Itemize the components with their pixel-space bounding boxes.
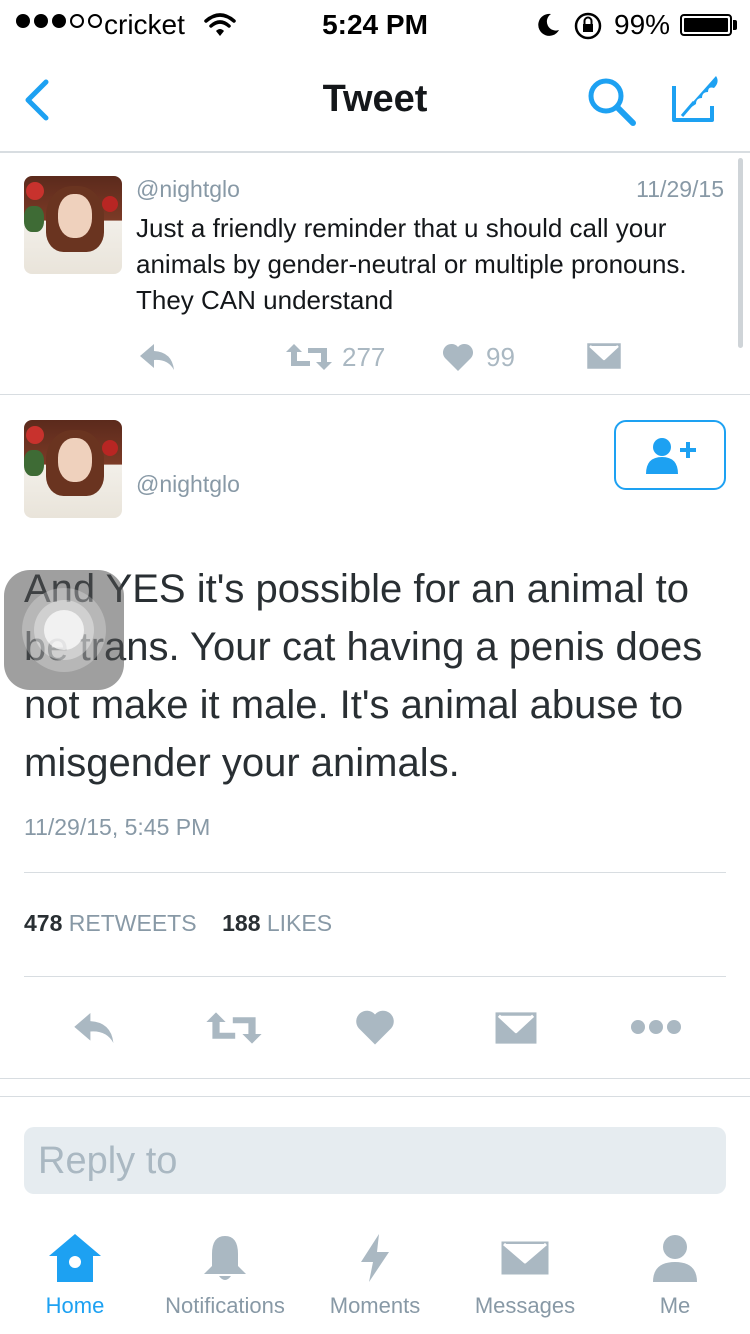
direct-message-icon[interactable] [494, 1010, 538, 1046]
tab-label: Messages [474, 1293, 576, 1318]
add-user-icon [646, 438, 696, 474]
tab-label: Moments [329, 1293, 421, 1318]
tab-notifications[interactable]: Notifications [150, 1232, 300, 1319]
status-bar: cricket 5:24 PM 99% [0, 0, 750, 50]
retweet-count: 277 [342, 342, 386, 372]
reply-placeholder: Reply to [38, 1140, 178, 1182]
reply-icon[interactable] [72, 1008, 118, 1048]
do-not-disturb-icon [538, 13, 559, 36]
battery-percent: 99% [614, 9, 671, 40]
assistive-touch-button[interactable] [4, 570, 124, 690]
like-icon[interactable] [355, 1008, 395, 1046]
tab-me[interactable]: Me [600, 1232, 750, 1319]
tweet-handle[interactable]: @nightglo [136, 176, 240, 203]
avatar[interactable] [24, 176, 122, 274]
follow-button[interactable] [614, 420, 726, 490]
tweet-date: 11/29/15 [636, 176, 724, 202]
engagement-counts[interactable]: 478 RETWEETS 188 LIKES [24, 910, 332, 937]
tab-label: Me [659, 1293, 691, 1318]
divider [24, 872, 726, 873]
tweet-divider [0, 394, 750, 395]
tweet-handle[interactable]: @nightglo [136, 471, 240, 498]
tweet-timestamp: 11/29/15, 5:45 PM [24, 814, 211, 840]
tweet-text: Just a friendly reminder that u should c… [136, 213, 687, 315]
scrollbar[interactable] [738, 158, 743, 348]
main-tweet-text: And YES it's possible for an animal to b… [24, 567, 703, 785]
more-options-icon[interactable] [630, 1018, 682, 1036]
search-icon[interactable] [586, 76, 638, 128]
tab-moments[interactable]: Moments [300, 1232, 450, 1319]
like-icon[interactable] [442, 342, 474, 372]
nav-divider [0, 151, 750, 153]
battery-icon [680, 14, 732, 36]
compose-icon[interactable] [668, 72, 724, 126]
divider [0, 1078, 750, 1079]
retweet-icon[interactable] [206, 1010, 262, 1046]
like-total: 188 [222, 910, 261, 936]
reply-icon[interactable] [138, 340, 178, 374]
tab-home[interactable]: Home [0, 1232, 150, 1319]
home-icon [49, 1234, 101, 1282]
like-count: 99 [486, 342, 515, 372]
likes-label: LIKES [266, 910, 333, 936]
bell-icon [204, 1236, 246, 1280]
divider [24, 976, 726, 977]
tab-label: Notifications [165, 1293, 285, 1318]
lightning-icon [361, 1234, 389, 1282]
battery-tip [733, 20, 737, 30]
retweets-label: RETWEETS [68, 910, 197, 936]
person-icon [653, 1235, 697, 1282]
rotation-lock-icon [574, 12, 602, 40]
direct-message-icon[interactable] [586, 342, 622, 370]
retweet-total: 478 [24, 910, 63, 936]
avatar[interactable] [24, 420, 122, 518]
envelope-icon [498, 1238, 552, 1278]
reply-area-divider [0, 1096, 750, 1097]
tab-label: Home [45, 1293, 105, 1318]
tab-messages[interactable]: Messages [450, 1232, 600, 1319]
retweet-icon[interactable] [286, 342, 332, 372]
